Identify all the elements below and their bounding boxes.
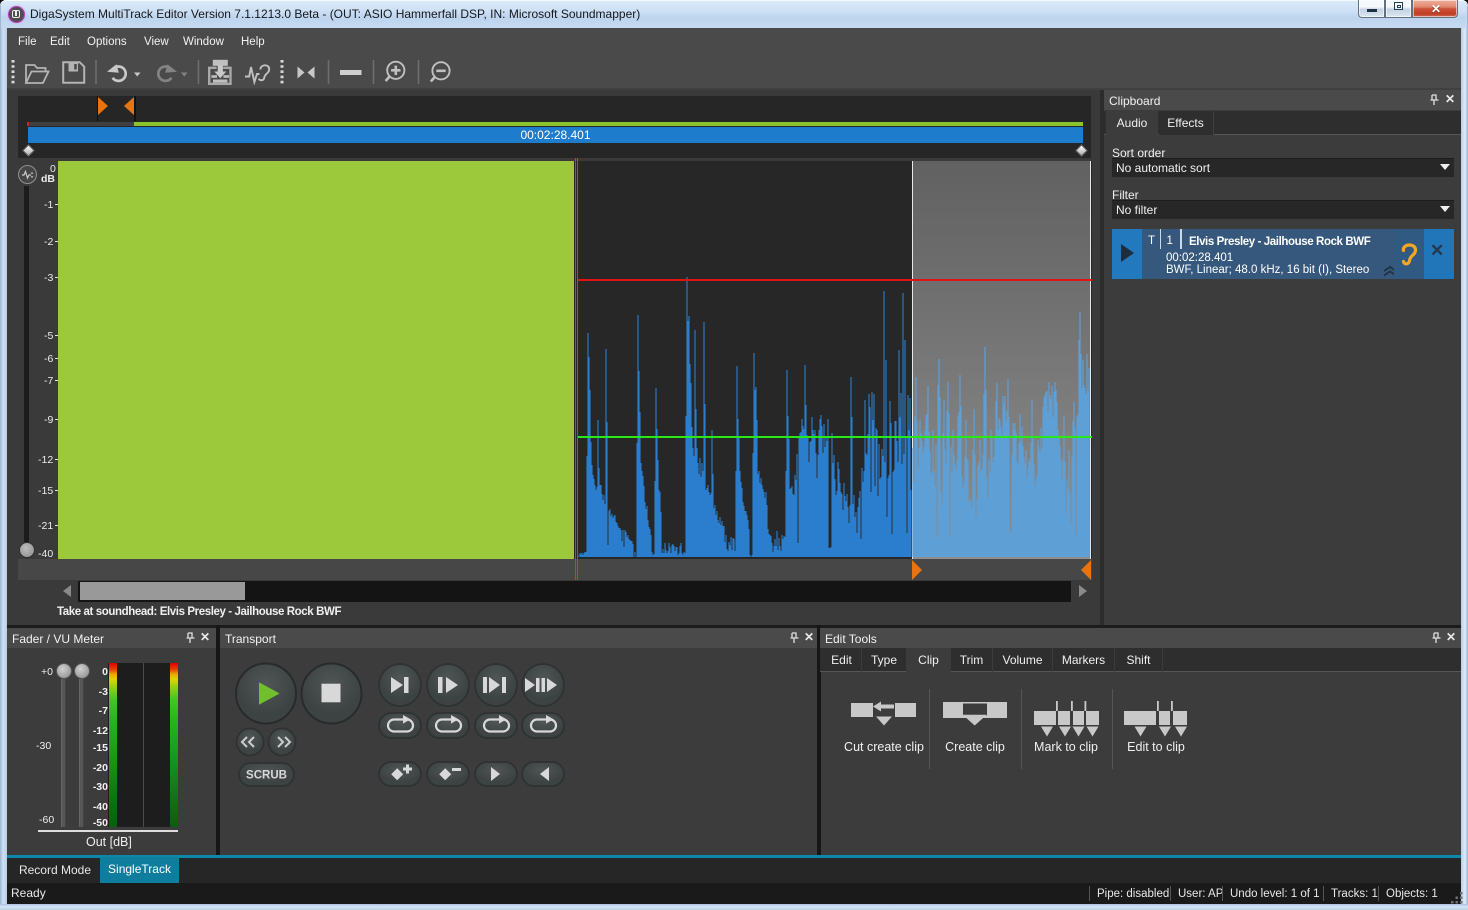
svg-text:SCRUB: SCRUB [246, 770, 287, 782]
